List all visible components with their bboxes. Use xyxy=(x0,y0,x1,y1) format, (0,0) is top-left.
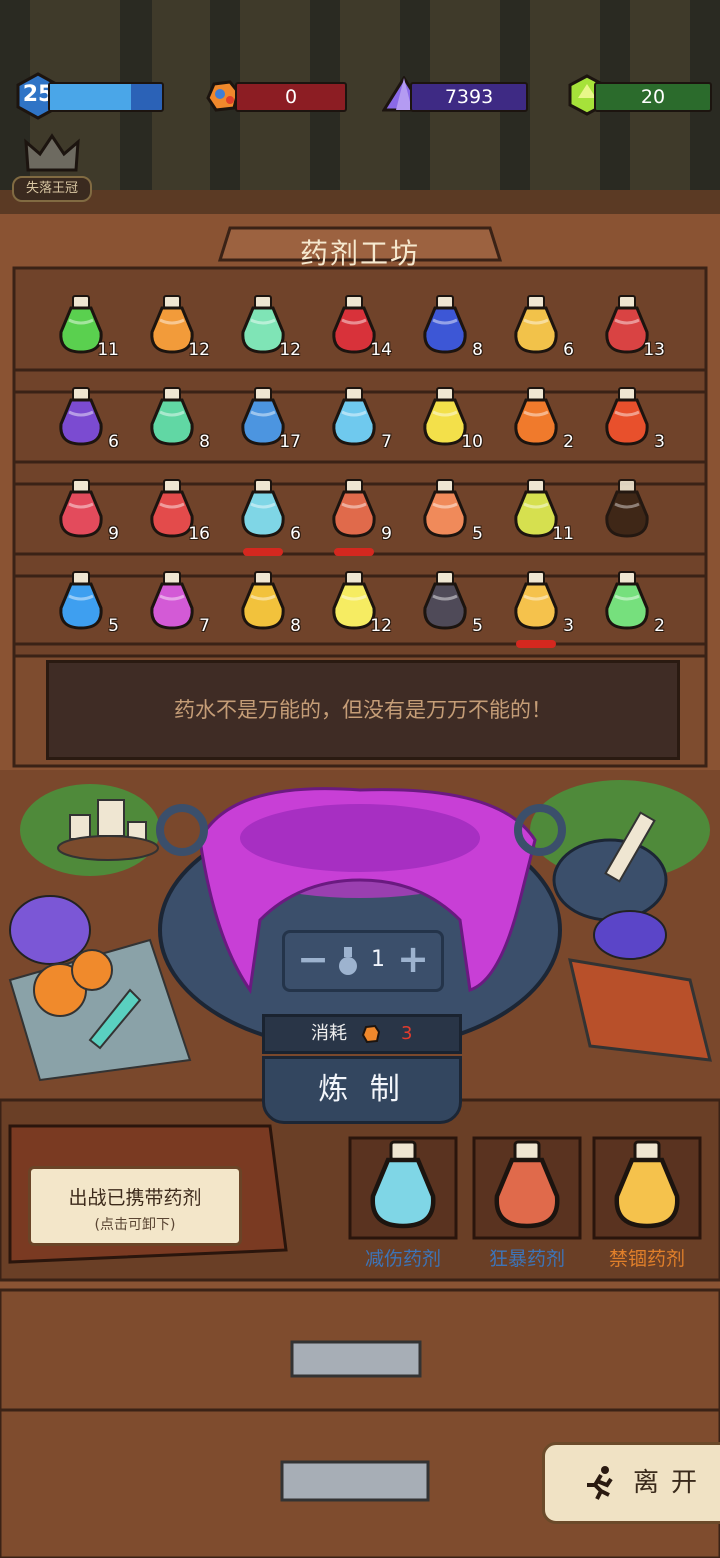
potion-slot[interactable]: 5 xyxy=(409,568,489,638)
potion-count: 9 xyxy=(381,524,392,544)
equipped-potion-slot[interactable] xyxy=(601,1136,693,1236)
potion-slot[interactable]: 14 xyxy=(318,292,398,362)
potion-count: 16 xyxy=(188,524,210,544)
potion-count: 10 xyxy=(461,432,483,452)
potion-slot[interactable]: 3 xyxy=(591,384,671,454)
equipped-marker xyxy=(243,548,283,556)
potion-slot[interactable]: 11 xyxy=(45,292,125,362)
carry-title: 出战已携带药剂 xyxy=(68,1187,202,1209)
potion-slot[interactable]: 9 xyxy=(45,476,125,546)
potion-count: 14 xyxy=(370,340,392,360)
potion-slot[interactable]: 12 xyxy=(136,292,216,362)
equipped-potion-slot[interactable] xyxy=(481,1136,573,1236)
potion-slot[interactable]: 5 xyxy=(409,476,489,546)
potion-count: 8 xyxy=(472,340,483,360)
potion-slot[interactable]: 2 xyxy=(591,568,671,638)
potion-slot[interactable]: 6 xyxy=(227,476,307,546)
potion-slot[interactable] xyxy=(591,476,671,546)
potion-slot[interactable]: 8 xyxy=(227,568,307,638)
potion-slot[interactable]: 13 xyxy=(591,292,671,362)
potion-count: 12 xyxy=(370,616,392,636)
potion-slot[interactable]: 8 xyxy=(409,292,489,362)
equipped-potion-label: 狂暴药剂 xyxy=(488,1248,565,1270)
craft-button[interactable]: 炼 制 xyxy=(262,1056,462,1124)
equipped-marker xyxy=(516,640,556,648)
xp-bar-fill xyxy=(50,84,131,110)
potion-count: 6 xyxy=(290,524,301,544)
equipped-potion-label: 禁锢药剂 xyxy=(608,1248,685,1270)
gem-counter: 20 xyxy=(594,82,712,112)
potion-count: 9 xyxy=(108,524,119,544)
potion-slot[interactable]: 17 xyxy=(227,384,307,454)
potion-slot[interactable]: 8 xyxy=(136,384,216,454)
ore-counter: 0 xyxy=(235,82,347,112)
potion-slot[interactable]: 9 xyxy=(318,476,398,546)
potion-count: 2 xyxy=(563,432,574,452)
quantity-stepper: − 1 + xyxy=(282,930,444,992)
potion-count: 8 xyxy=(199,432,210,452)
leave-label: 离开 xyxy=(633,1468,710,1498)
potion-count: 2 xyxy=(654,616,665,636)
equipped-potion-label: 减伤药剂 xyxy=(364,1248,441,1270)
potion-count: 12 xyxy=(188,340,210,360)
quantity-value: 1 xyxy=(371,947,385,972)
crown-icon[interactable] xyxy=(22,132,82,176)
potion-count: 3 xyxy=(654,432,665,452)
potion-count: 6 xyxy=(563,340,574,360)
potion-count: 13 xyxy=(643,340,665,360)
potion-count: 5 xyxy=(472,524,483,544)
potion-count: 5 xyxy=(108,616,119,636)
potion-slot[interactable]: 10 xyxy=(409,384,489,454)
crown-label[interactable]: 失落王冠 xyxy=(12,176,92,202)
potion-count: 11 xyxy=(552,524,574,544)
potion-slot[interactable]: 2 xyxy=(500,384,580,454)
potion-slot[interactable]: 7 xyxy=(318,384,398,454)
decrease-button[interactable]: − xyxy=(293,940,333,981)
potion-slot[interactable]: 7 xyxy=(136,568,216,638)
increase-button[interactable]: + xyxy=(393,940,433,981)
potion-slot[interactable]: 11 xyxy=(500,476,580,546)
equipped-marker xyxy=(334,548,374,556)
potion-slot[interactable]: 3 xyxy=(500,568,580,638)
potion-slot[interactable]: 12 xyxy=(227,292,307,362)
carried-potions-note[interactable]: 出战已携带药剂 (点击可卸下) xyxy=(28,1166,242,1246)
potion-count: 3 xyxy=(563,616,574,636)
potion-slot[interactable]: 12 xyxy=(318,568,398,638)
carry-subtitle: (点击可卸下) xyxy=(94,1217,176,1233)
equipped-potion-slot[interactable] xyxy=(357,1136,449,1236)
potion-slot[interactable]: 5 xyxy=(45,568,125,638)
cost-display: 消耗 3 xyxy=(262,1014,462,1054)
potion-count: 5 xyxy=(472,616,483,636)
cost-value: 3 xyxy=(401,1023,413,1044)
leave-button[interactable]: 离开 xyxy=(542,1442,720,1524)
crystal-counter: 7393 xyxy=(410,82,528,112)
potion-count: 7 xyxy=(199,616,210,636)
flavor-message: 药水不是万能的，但没有是万万不能的！ xyxy=(46,660,680,760)
running-man-icon xyxy=(587,1466,613,1500)
potion-slot[interactable]: 16 xyxy=(136,476,216,546)
cost-label: 消耗 xyxy=(311,1023,347,1044)
flask-icon xyxy=(339,947,357,975)
potion-slot[interactable]: 6 xyxy=(500,292,580,362)
potion-count: 11 xyxy=(97,340,119,360)
ore-icon xyxy=(361,1024,381,1044)
potion-count: 8 xyxy=(290,616,301,636)
potion-count: 17 xyxy=(279,432,301,452)
workshop-title: 药剂工坊 xyxy=(299,237,420,270)
potion-count: 6 xyxy=(108,432,119,452)
potion-count: 12 xyxy=(279,340,301,360)
xp-bar xyxy=(48,82,164,112)
potion-count: 7 xyxy=(381,432,392,452)
potion-slot[interactable]: 6 xyxy=(45,384,125,454)
